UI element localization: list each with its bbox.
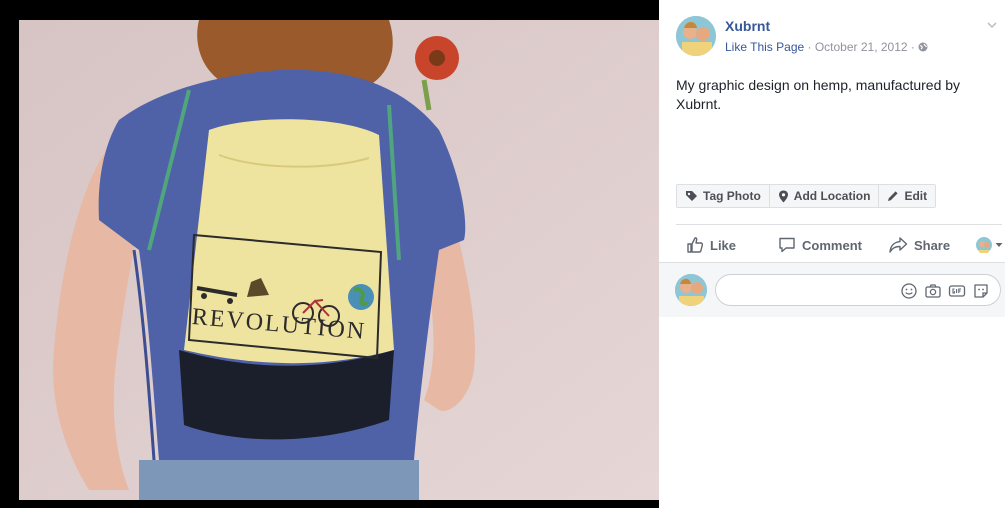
reactions-divider xyxy=(676,224,1002,225)
reaction-bar: Like Comment Share xyxy=(676,234,1003,256)
avatar-image xyxy=(676,16,716,56)
thumbs-up-icon xyxy=(687,237,704,253)
comment-input[interactable] xyxy=(728,281,902,301)
globe-icon[interactable] xyxy=(918,42,928,52)
camera-icon[interactable] xyxy=(924,282,942,300)
commenter-avatar[interactable] xyxy=(675,274,707,306)
like-button[interactable]: Like xyxy=(686,236,736,254)
meta-separator: · xyxy=(907,40,919,54)
emoji-icon[interactable] xyxy=(900,282,918,300)
add-location-button[interactable]: Add Location xyxy=(768,185,879,207)
pencil-icon xyxy=(888,191,899,201)
like-page-link[interactable]: Like This Page xyxy=(725,40,804,54)
page-avatar[interactable] xyxy=(676,16,716,56)
tag-photo-label: Tag Photo xyxy=(703,189,761,203)
photo-action-bar: Tag Photo Add Location Edit xyxy=(676,184,937,208)
profile-avatar-icon xyxy=(976,237,993,253)
comment-tools xyxy=(900,282,990,300)
like-label: Like xyxy=(710,237,737,253)
photo-illustration: REVOLUTION xyxy=(19,20,659,500)
comment-button[interactable]: Comment xyxy=(778,236,862,254)
post-caption: My graphic design on hemp, manufactured … xyxy=(676,77,961,112)
page-name[interactable]: Xubrnt xyxy=(725,18,770,34)
edit-button[interactable]: Edit xyxy=(878,185,936,207)
sticker-icon[interactable] xyxy=(972,282,990,300)
tag-photo-button[interactable]: Tag Photo xyxy=(677,185,769,207)
post-meta: Like This Page · October 21, 2012 · xyxy=(725,40,928,54)
gif-icon[interactable] xyxy=(948,282,966,300)
comment-label: Comment xyxy=(802,237,862,253)
post-side-panel: Xubrnt Like This Page · October 21, 2012… xyxy=(659,0,1005,508)
location-pin-icon xyxy=(778,190,788,202)
tag-icon xyxy=(686,190,697,201)
share-button[interactable]: Share xyxy=(888,236,950,254)
meta-separator: · xyxy=(804,40,815,54)
caret-down-icon xyxy=(995,243,1003,247)
share-label: Share xyxy=(913,237,951,253)
comment-input-box[interactable] xyxy=(715,274,1001,306)
comment-icon xyxy=(779,237,795,253)
add-location-label: Add Location xyxy=(793,189,871,203)
commenter-avatar-image xyxy=(675,274,707,306)
post-photo[interactable]: REVOLUTION xyxy=(19,20,659,500)
post-date[interactable]: October 21, 2012 xyxy=(815,40,908,54)
comment-composer xyxy=(659,262,1005,317)
photo-viewer-stage: REVOLUTION xyxy=(0,0,659,508)
edit-label: Edit xyxy=(904,189,928,203)
share-arrow-icon xyxy=(889,237,908,253)
comment-as-selector[interactable] xyxy=(976,237,1003,253)
chevron-down-icon[interactable] xyxy=(985,18,999,32)
